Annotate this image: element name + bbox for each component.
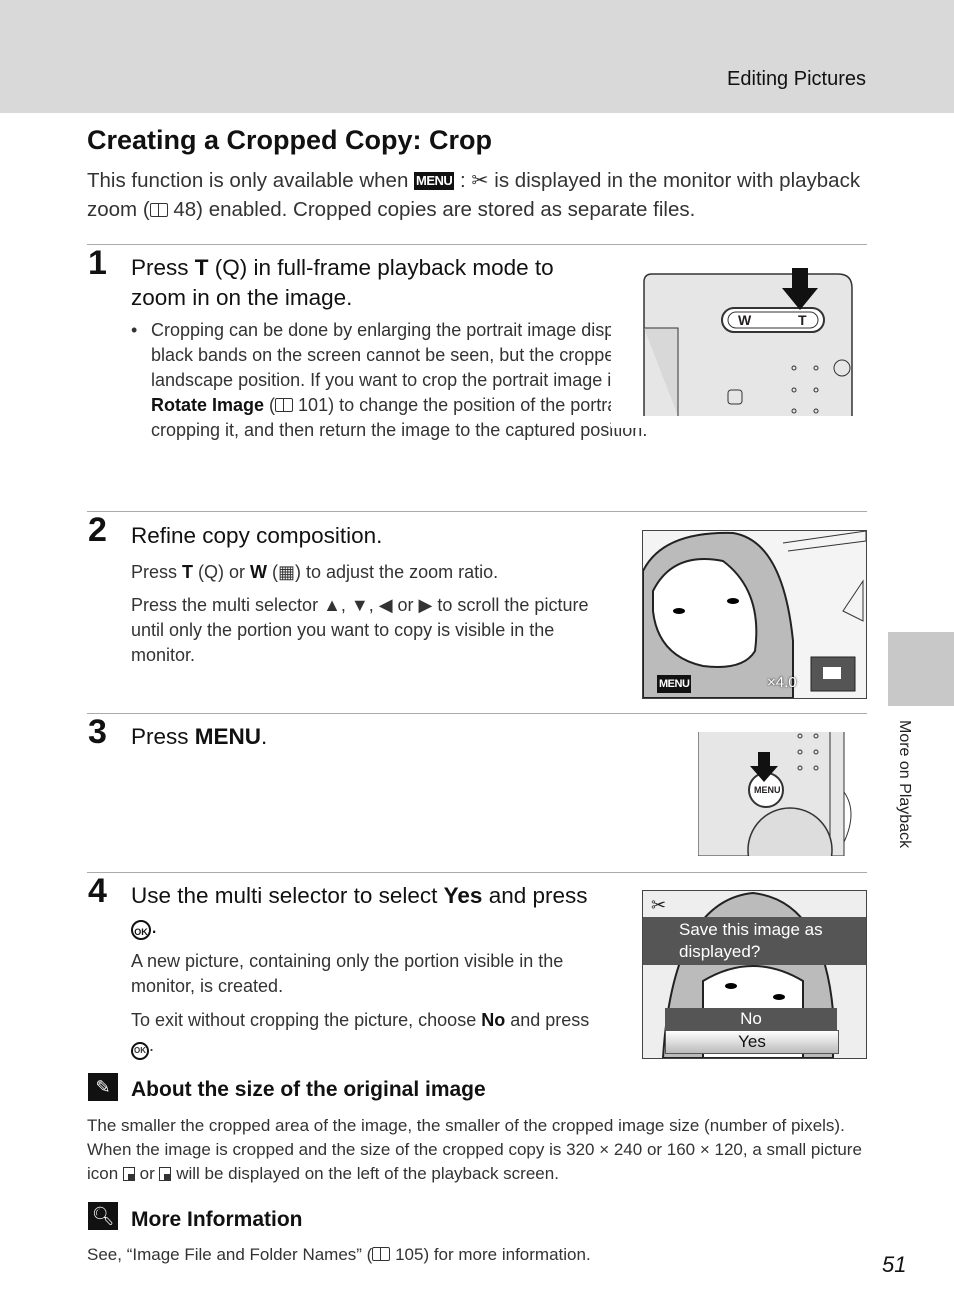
t: will be displayed on the left of the pla…	[171, 1164, 559, 1183]
scissors-icon: ✂	[651, 895, 667, 915]
intro-part: This function is only available when	[87, 169, 415, 192]
step-text: Press T (Q) or W (▦) to adjust the zoom …	[131, 560, 611, 585]
page-reference[interactable]: 48	[173, 198, 196, 221]
t: Use the multi selector to select	[131, 883, 444, 908]
small-picture-icon	[122, 1167, 135, 1181]
step-title: Press MENU.	[131, 722, 267, 752]
step-number: 4	[88, 872, 107, 910]
t: or	[134, 1164, 160, 1183]
note-title: About the size of the original image	[131, 1078, 486, 1101]
t-button: T	[182, 562, 194, 582]
t: .	[261, 724, 268, 749]
page-reference[interactable]: 105	[395, 1245, 423, 1264]
step-title: Press T (Q) in full-frame playback mode …	[131, 253, 601, 313]
manual-page: Editing Pictures Creating a Cropped Copy…	[0, 0, 954, 1314]
t: (Q) or	[193, 562, 251, 582]
portrait-face-illustration	[643, 531, 866, 698]
magnifier-icon: 🔍︎	[88, 1202, 118, 1230]
t: To exit without cropping the picture, ch…	[131, 1010, 482, 1030]
ok-button-icon: OK	[131, 1042, 149, 1060]
divider	[87, 713, 867, 714]
step-text: A new picture, containing only the porti…	[131, 951, 564, 996]
step-text: To exit without cropping the picture, ch…	[131, 1008, 626, 1060]
menu-button-label: MENU	[194, 724, 262, 749]
w-button: W	[250, 562, 268, 582]
menu-icon: MENU	[657, 675, 692, 693]
step-number: 1	[88, 244, 107, 282]
note-text: See, “Image File and Folder Names” ( 105…	[87, 1243, 877, 1267]
intro-part: :	[454, 169, 472, 192]
t: (▦) to adjust the zoom ratio.	[267, 562, 499, 582]
book-icon	[149, 203, 168, 217]
yes-option-label: Yes	[443, 883, 483, 908]
divider	[87, 244, 867, 245]
note-text: The smaller the cropped area of the imag…	[87, 1114, 877, 1186]
t: ) for more information.	[423, 1245, 591, 1264]
t: and press	[482, 883, 588, 908]
t: Press	[131, 255, 195, 280]
zoom-ratio: ×4.0	[767, 674, 797, 691]
t: and press	[505, 1010, 590, 1030]
intro-text: This function is only available when MEN…	[87, 166, 867, 224]
crop-confirm-screen: ✂ Save this image as displayed? No Yes	[642, 890, 867, 1059]
no-option-label: No	[481, 1010, 506, 1030]
page-header: Editing Pictures	[0, 0, 954, 113]
step-title: Use the multi selector to select Yes and…	[131, 883, 588, 940]
camera-body-icon	[643, 268, 853, 416]
ok-button-icon: OK	[131, 920, 151, 940]
book-icon	[372, 1247, 391, 1261]
menu-button: MENU	[754, 785, 781, 795]
camera-top-illustration: W T	[642, 268, 854, 416]
t: Press	[131, 562, 183, 582]
zoomed-playback-screen: MENU ×4.0	[642, 530, 867, 699]
t-button: T	[194, 255, 209, 280]
page-number: 51	[882, 1252, 907, 1277]
camera-back-illustration: MENU	[698, 732, 856, 856]
divider	[87, 872, 867, 873]
option-no[interactable]: No	[665, 1008, 837, 1030]
chapter-label: More on Playback	[896, 720, 913, 849]
note-title: More Information	[131, 1208, 303, 1231]
page-reference[interactable]: 101	[298, 395, 328, 415]
bullet-text: (	[264, 395, 276, 415]
section-title: Editing Pictures	[727, 68, 866, 90]
chapter-tab[interactable]	[888, 632, 954, 706]
step-number: 2	[88, 511, 107, 549]
step-title: Refine copy composition.	[131, 523, 383, 548]
menu-icon: MENU	[414, 172, 455, 190]
rotate-image-option: Rotate Image	[151, 395, 265, 415]
save-prompt: Save this image as displayed?	[643, 917, 866, 965]
pencil-icon: ✎	[88, 1073, 118, 1101]
t: Press	[131, 724, 195, 749]
scissors-icon: ✂	[471, 169, 489, 192]
option-yes-selected[interactable]: Yes	[665, 1030, 839, 1054]
step-text: Press the multi selector ▲, ▼, ◀ or ▶ to…	[131, 595, 589, 665]
w-button-label: W	[738, 312, 752, 328]
book-icon	[275, 398, 294, 412]
t: See, “Image File and Folder Names” (	[87, 1245, 373, 1264]
page-title: Creating a Cropped Copy: Crop	[87, 125, 493, 155]
t-button-label: T	[798, 312, 807, 328]
step-number: 3	[88, 713, 107, 751]
intro-part: ) enabled. Cropped copies are stored as …	[196, 198, 696, 221]
small-picture-icon	[159, 1167, 172, 1181]
divider	[87, 511, 867, 512]
